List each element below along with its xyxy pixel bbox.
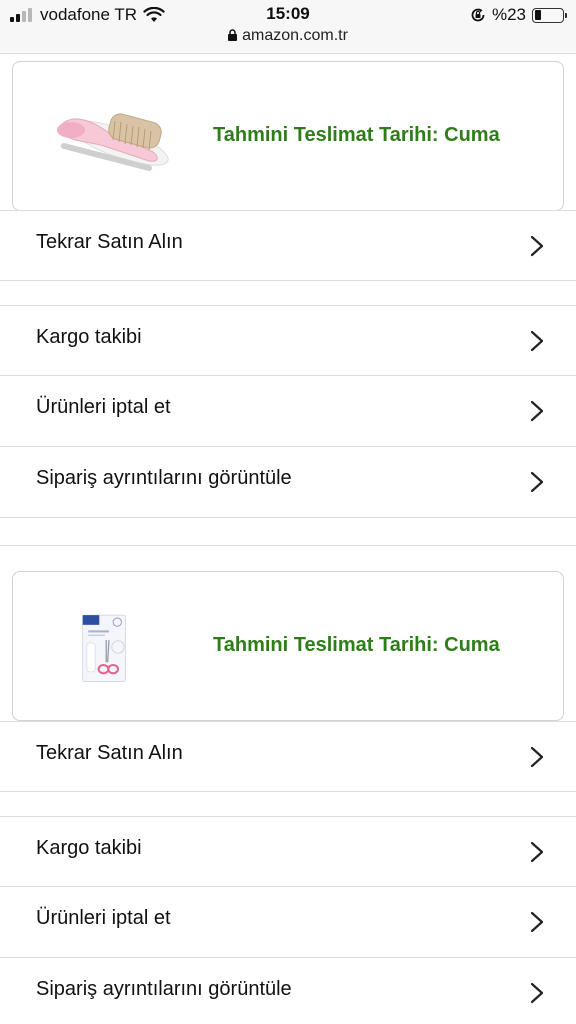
chevron-right-icon [530, 330, 544, 352]
chevron-right-icon [530, 235, 544, 257]
track-package-row[interactable]: Kargo takibi [0, 816, 576, 887]
chevron-right-icon [530, 471, 544, 493]
order-details-row[interactable]: Sipariş ayrıntılarını görüntüle [0, 447, 576, 518]
buy-again-row[interactable]: Tekrar Satın Alın [0, 721, 576, 792]
url-text: amazon.com.tr [242, 27, 348, 44]
product-image-nail-scissors[interactable] [73, 592, 163, 702]
rotation-lock-icon [471, 8, 485, 22]
cancel-items-label: Ürünleri iptal et [36, 396, 171, 418]
track-package-label: Kargo takibi [36, 326, 142, 348]
cancel-items-label: Ürünleri iptal et [36, 907, 171, 929]
buy-again-label: Tekrar Satın Alın [36, 742, 183, 764]
status-right: %23 [470, 5, 567, 25]
order-details-row[interactable]: Sipariş ayrıntılarını görüntüle [0, 958, 576, 1024]
address-bar[interactable]: amazon.com.tr [0, 27, 576, 45]
lock-icon [228, 29, 238, 41]
product-image-hair-brush[interactable] [49, 88, 179, 188]
battery-icon [532, 7, 567, 23]
battery-percent: %23 [491, 5, 526, 24]
chevron-right-icon [530, 911, 544, 933]
chevron-right-icon [530, 400, 544, 422]
cancel-items-row[interactable]: Ürünleri iptal et [0, 887, 576, 958]
track-package-row[interactable]: Kargo takibi [0, 305, 576, 376]
buy-again-label: Tekrar Satın Alın [36, 231, 183, 253]
order-divider [0, 545, 576, 546]
chevron-right-icon [530, 746, 544, 768]
order-product-card[interactable]: Tahmini Teslimat Tarihi: Cuma [12, 571, 564, 721]
chevron-right-icon [530, 841, 544, 863]
track-package-label: Kargo takibi [36, 837, 142, 859]
status-bar: vodafone TR 15:09 %23 amazon.com.tr [0, 0, 576, 54]
buy-again-row[interactable]: Tekrar Satın Alın [0, 210, 576, 281]
order-details-label: Sipariş ayrıntılarını görüntüle [36, 467, 292, 489]
battery-level [534, 10, 541, 20]
order-product-card[interactable]: Tahmini Teslimat Tarihi: Cuma [12, 61, 564, 211]
delivery-estimate: Tahmini Teslimat Tarihi: Cuma [213, 124, 500, 146]
delivery-estimate: Tahmini Teslimat Tarihi: Cuma [213, 634, 500, 656]
chevron-right-icon [530, 982, 544, 1004]
cancel-items-row[interactable]: Ürünleri iptal et [0, 376, 576, 447]
order-details-label: Sipariş ayrıntılarını görüntüle [36, 978, 292, 1000]
